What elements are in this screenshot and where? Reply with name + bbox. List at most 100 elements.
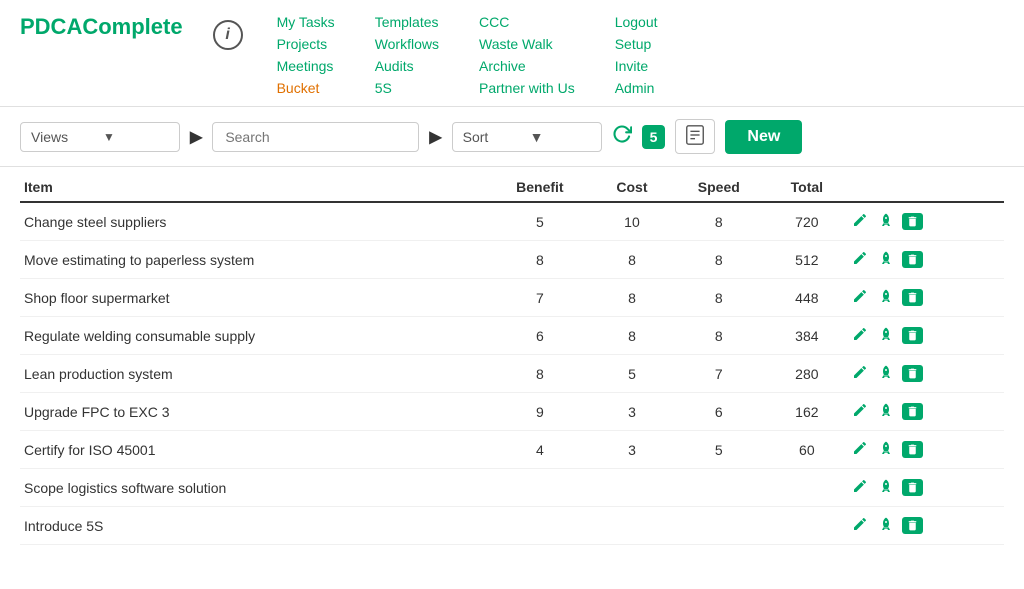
launch-button[interactable] [876,362,896,385]
nav-templates[interactable]: Templates [375,14,439,30]
edit-button[interactable] [850,324,870,347]
cell-actions [846,393,1004,431]
nav-my-tasks[interactable]: My Tasks [277,14,335,30]
launch-button[interactable] [876,286,896,309]
delete-button[interactable] [902,517,923,534]
pencil-icon [852,364,868,380]
trash-icon [906,215,919,228]
nav-meetings[interactable]: Meetings [277,58,335,74]
table-row: Scope logistics software solution [20,469,1004,507]
nav-invite[interactable]: Invite [615,58,658,74]
table-header-row: Item Benefit Cost Speed Total [20,171,1004,202]
edit-button[interactable] [850,400,870,423]
trash-icon [906,291,919,304]
cell-actions [846,279,1004,317]
views-arrow-button[interactable]: ▶ [190,127,202,147]
search-input[interactable] [212,122,419,152]
cell-cost: 3 [594,431,670,469]
search-arrow-button[interactable]: ▶ [429,127,441,147]
cell-actions [846,241,1004,279]
nav-setup[interactable]: Setup [615,36,658,52]
table-row: Lean production system857280 [20,355,1004,393]
new-button[interactable]: New [725,120,802,154]
cell-total: 448 [767,279,846,317]
cell-actions [846,355,1004,393]
trash-icon [906,443,919,456]
cell-speed: 8 [670,202,767,241]
trash-icon [906,253,919,266]
pencil-icon [852,212,868,228]
cell-cost [594,507,670,545]
col-header-benefit: Benefit [486,171,594,202]
cell-speed: 5 [670,431,767,469]
action-buttons [850,514,1000,537]
table-row: Move estimating to paperless system88851… [20,241,1004,279]
nav-bucket[interactable]: Bucket [277,80,335,96]
edit-button[interactable] [850,362,870,385]
launch-button[interactable] [876,438,896,461]
action-buttons [850,476,1000,499]
launch-button[interactable] [876,210,896,233]
cell-cost: 8 [594,279,670,317]
delete-button[interactable] [902,365,923,382]
edit-button[interactable] [850,210,870,233]
launch-button[interactable] [876,324,896,347]
chevron-down-icon: ▼ [103,130,169,144]
pencil-icon [852,288,868,304]
action-buttons [850,438,1000,461]
pdf-button[interactable] [675,119,715,154]
delete-button[interactable] [902,479,923,496]
sort-dropdown[interactable]: Sort ▼ [452,122,602,152]
nav-workflows[interactable]: Workflows [375,36,439,52]
nav-archive[interactable]: Archive [479,58,575,74]
edit-button[interactable] [850,438,870,461]
nav-ccc[interactable]: CCC [479,14,575,30]
cell-benefit: 8 [486,241,594,279]
nav-col-4: Logout Setup Invite Admin [615,14,658,96]
cell-item: Move estimating to paperless system [20,241,486,279]
delete-button[interactable] [902,327,923,344]
header: PDCAComplete i My Tasks Projects Meeting… [0,0,1024,107]
delete-button[interactable] [902,441,923,458]
info-icon[interactable]: i [213,20,243,50]
nav-col-1: My Tasks Projects Meetings Bucket [277,14,335,96]
cell-cost: 8 [594,241,670,279]
cell-total [767,469,846,507]
cell-speed [670,507,767,545]
nav-waste-walk[interactable]: Waste Walk [479,36,575,52]
table-row: Certify for ISO 4500143560 [20,431,1004,469]
edit-button[interactable] [850,286,870,309]
trash-icon [906,367,919,380]
cell-speed: 8 [670,317,767,355]
edit-button[interactable] [850,514,870,537]
nav-admin[interactable]: Admin [615,80,658,96]
cell-speed [670,469,767,507]
delete-button[interactable] [902,403,923,420]
edit-button[interactable] [850,476,870,499]
cell-actions [846,317,1004,355]
nav-partner[interactable]: Partner with Us [479,80,575,96]
rocket-icon [878,364,894,380]
launch-button[interactable] [876,248,896,271]
edit-button[interactable] [850,248,870,271]
refresh-button[interactable] [612,124,632,149]
cell-speed: 7 [670,355,767,393]
views-dropdown[interactable]: Views ▼ [20,122,180,152]
rocket-icon [878,440,894,456]
cell-total: 280 [767,355,846,393]
delete-button[interactable] [902,251,923,268]
cell-total [767,507,846,545]
col-header-cost: Cost [594,171,670,202]
launch-button[interactable] [876,514,896,537]
cell-cost: 8 [594,317,670,355]
delete-button[interactable] [902,213,923,230]
logo-complete: Complete [82,14,182,39]
launch-button[interactable] [876,400,896,423]
nav-audits[interactable]: Audits [375,58,439,74]
cell-item: Shop floor supermarket [20,279,486,317]
launch-button[interactable] [876,476,896,499]
nav-logout[interactable]: Logout [615,14,658,30]
delete-button[interactable] [902,289,923,306]
nav-5s[interactable]: 5S [375,80,439,96]
nav-projects[interactable]: Projects [277,36,335,52]
